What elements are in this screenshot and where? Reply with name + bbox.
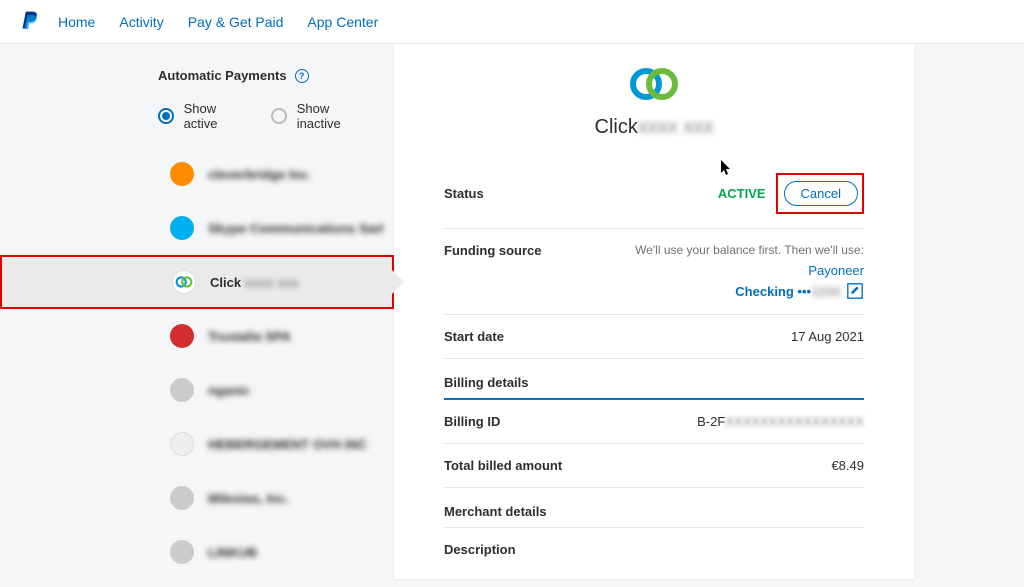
- start-date-label: Start date: [444, 329, 504, 344]
- merchant-item[interactable]: Trustalia SPA: [0, 309, 394, 363]
- nav-activity[interactable]: Activity: [119, 14, 163, 30]
- billing-id-value: B-2FXXXXXXXXXXXXXXXX: [697, 414, 864, 429]
- radio-show-inactive-label: Show inactive: [297, 101, 374, 131]
- help-icon[interactable]: ?: [295, 69, 309, 83]
- funding-provider-link[interactable]: Payoneer: [635, 263, 864, 278]
- billing-id-label: Billing ID: [444, 414, 500, 429]
- merchant-icon: [172, 270, 196, 294]
- merchant-item[interactable]: Milestas, Inc.: [0, 471, 394, 525]
- radio-show-active-label: Show active: [184, 101, 252, 131]
- merchant-name: Click xxxx xxx: [210, 275, 299, 290]
- merchant-icon: [170, 378, 194, 402]
- nav-pay-get-paid[interactable]: Pay & Get Paid: [188, 14, 284, 30]
- merchant-item[interactable]: cleverbridge Inc.: [0, 147, 394, 201]
- status-label: Status: [444, 186, 484, 201]
- funding-label: Funding source: [444, 243, 542, 258]
- nav-app-center[interactable]: App Center: [307, 14, 378, 30]
- merchant-name: Skype Communications Sarl: [208, 221, 384, 236]
- merchant-item[interactable]: nganic: [0, 363, 394, 417]
- sidebar: Automatic Payments ? Show active Show in…: [0, 44, 394, 579]
- start-date-value: 17 Aug 2021: [791, 329, 864, 344]
- merchant-item[interactable]: HEBERGEMENT OVH INC: [0, 417, 394, 471]
- merchant-icon: [170, 486, 194, 510]
- merchant-icon: [170, 324, 194, 348]
- funding-source-text: We'll use your balance first. Then we'll…: [635, 243, 864, 257]
- merchant-icon: [170, 540, 194, 564]
- merchant-item-selected[interactable]: Click xxxx xxx: [0, 255, 394, 309]
- cancel-button[interactable]: Cancel: [784, 181, 858, 206]
- merchant-icon: [170, 432, 194, 456]
- merchant-name: cleverbridge Inc.: [208, 167, 311, 182]
- merchant-item[interactable]: LINKUB: [0, 525, 394, 579]
- paypal-logo[interactable]: [20, 10, 40, 34]
- radio-show-inactive[interactable]: [271, 108, 287, 124]
- nav-home[interactable]: Home: [58, 14, 95, 30]
- total-billed-value: €8.49: [831, 458, 864, 473]
- merchant-name: LINKUB: [208, 545, 257, 560]
- merchant-icon: [170, 216, 194, 240]
- billing-section-title: Billing details: [444, 359, 864, 400]
- merchant-name: Trustalia SPA: [208, 329, 291, 344]
- merchant-title: Clickxxxx xxx: [444, 116, 864, 139]
- merchant-logo-icon: [629, 64, 679, 104]
- merchant-name: nganic: [208, 383, 250, 398]
- edit-icon[interactable]: [846, 282, 864, 300]
- merchant-name: Milestas, Inc.: [208, 491, 289, 506]
- top-navigation: Home Activity Pay & Get Paid App Center: [0, 0, 1024, 44]
- merchant-detail-panel: Clickxxxx xxx Status ACTIVE Cancel Fundi…: [394, 44, 914, 579]
- merchant-name: HEBERGEMENT OVH INC: [208, 437, 367, 452]
- radio-show-active[interactable]: [158, 108, 174, 124]
- status-value: ACTIVE: [718, 186, 766, 201]
- funding-account-link[interactable]: Checking •••1234: [735, 284, 840, 299]
- merchant-icon: [170, 162, 194, 186]
- total-billed-label: Total billed amount: [444, 458, 562, 473]
- merchant-section-title: Merchant details: [444, 488, 864, 528]
- sidebar-title: Automatic Payments ?: [158, 68, 394, 83]
- merchant-item[interactable]: Skype Communications Sarl: [0, 201, 394, 255]
- description-label: Description: [444, 542, 516, 557]
